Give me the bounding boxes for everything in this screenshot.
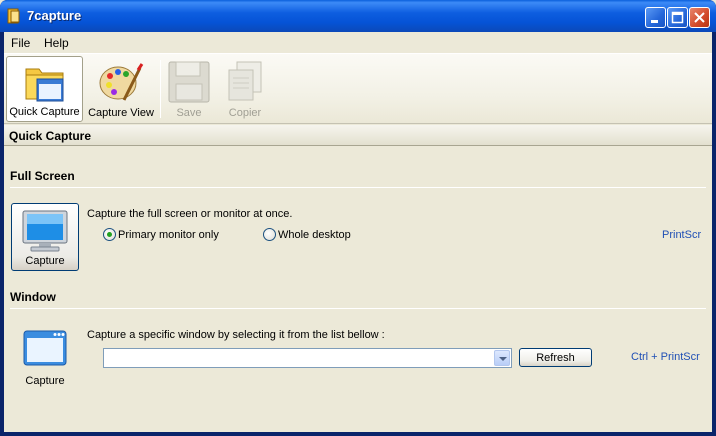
whole-desktop-radio[interactable] [263,228,276,241]
save-button[interactable]: Save [166,56,212,122]
quick-capture-label: Quick Capture [9,106,80,118]
full-screen-capture-button[interactable]: Capture [11,203,79,271]
window-capture-label: Capture [25,375,65,387]
full-screen-description: Capture the full screen or monitor at on… [87,208,293,220]
window-select-dropdown[interactable] [103,348,512,368]
capture-view-button[interactable]: Capture View [86,56,156,122]
window-icon [23,330,67,366]
client-area: File Help Quick Capture Capture View Sav… [4,32,712,432]
monitor-icon [22,210,68,252]
folder-monitor-icon [25,68,63,102]
full-screen-shortcut[interactable]: PrintScr [662,229,701,241]
menu-bar: File Help [4,32,712,53]
window-description: Capture a specific window by selecting i… [87,329,385,341]
full-screen-divider [10,187,706,188]
menu-help[interactable]: Help [44,36,69,50]
window-capture-button[interactable]: Capture [11,322,79,390]
copier-label: Copier [228,107,262,119]
refresh-button[interactable]: Refresh [519,348,592,367]
window-shortcut[interactable]: Ctrl + PrintScr [631,351,700,363]
quick-capture-button[interactable]: Quick Capture [6,56,83,122]
window-title-label: Window [10,290,56,304]
radio-selected-dot [107,232,112,237]
menu-file[interactable]: File [11,36,30,50]
close-button[interactable] [689,7,710,28]
full-screen-capture-label: Capture [25,255,65,267]
maximize-button[interactable] [667,7,688,28]
minimize-button[interactable] [645,7,666,28]
section-header: Quick Capture [4,125,712,146]
chevron-down-icon[interactable] [494,350,510,366]
close-icon [694,12,705,23]
copier-button[interactable]: Copier [219,56,271,122]
primary-monitor-label[interactable]: Primary monitor only [118,229,219,241]
primary-monitor-radio[interactable] [103,228,116,241]
capture-view-label: Capture View [88,107,154,119]
full-screen-title: Full Screen [10,169,75,183]
app-logo-icon [7,8,20,24]
minimize-icon [651,20,658,23]
whole-desktop-label[interactable]: Whole desktop [278,229,351,241]
save-label: Save [176,107,202,119]
window-divider [10,308,706,309]
palette-icon [99,63,144,101]
floppy-disk-icon [168,61,210,103]
title-bar[interactable]: 7capture [0,0,716,32]
toolbar-separator [160,60,161,118]
app-window: 7capture File Help Quick Capture Capture… [0,0,716,436]
window-title: 7capture [27,8,82,23]
copy-documents-icon [228,61,262,101]
maximize-icon [671,11,684,24]
toolbar: Quick Capture Capture View Save Copier [4,53,712,124]
